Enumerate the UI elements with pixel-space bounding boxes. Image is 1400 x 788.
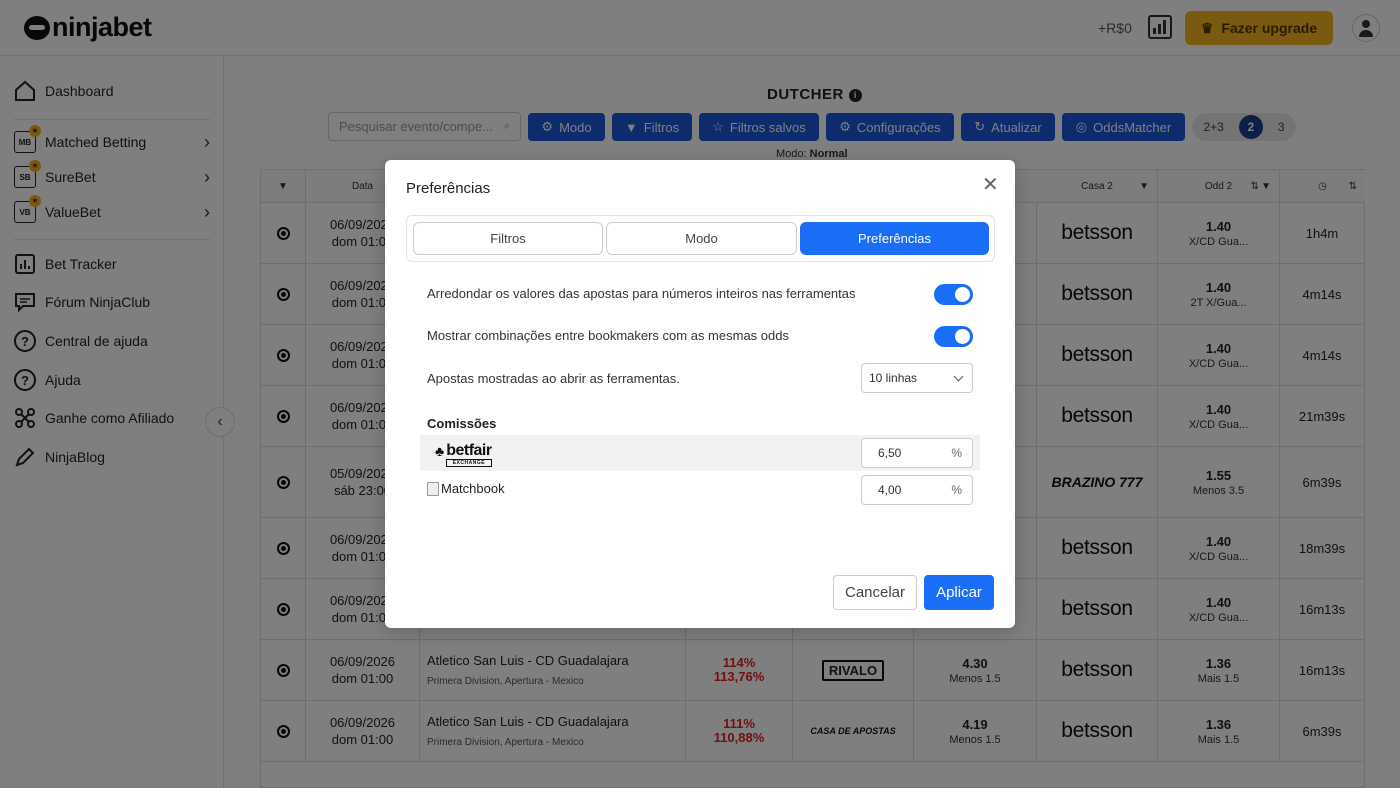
matchbook-commission-input[interactable]: 4,00% <box>861 475 973 505</box>
show-combos-label: Mostrar combinações entre bookmakers com… <box>427 328 789 343</box>
commission-row-betfair: ♣ betfair EXCHANGE 6,50% <box>420 435 980 471</box>
betfair-mark-icon: ♣ <box>435 443 445 459</box>
rows-shown-select[interactable]: 10 linhas <box>861 363 973 393</box>
tab-filters[interactable]: Filtros <box>413 222 603 255</box>
betfair-commission-input[interactable]: 6,50% <box>861 438 973 468</box>
round-values-toggle[interactable] <box>934 284 973 305</box>
commissions-heading: Comissões <box>427 416 497 431</box>
matchbook-logo: Matchbook <box>427 481 505 496</box>
modal-title: Preferências <box>406 180 491 197</box>
commission-row-matchbook: Matchbook 4,00% <box>420 472 980 508</box>
tab-mode[interactable]: Modo <box>606 222 797 255</box>
round-values-label: Arredondar os valores das apostas para n… <box>427 286 856 301</box>
modal-tabs: Filtros Modo Preferências <box>406 215 995 262</box>
chevron-down-icon <box>953 371 964 382</box>
preferences-modal: Preferências ✕ Filtros Modo Preferências… <box>385 160 1015 628</box>
broken-image-icon <box>427 481 439 496</box>
betfair-logo: ♣ betfair EXCHANGE <box>435 442 492 467</box>
rows-shown-label: Apostas mostradas ao abrir as ferramenta… <box>427 371 680 386</box>
apply-button[interactable]: Aplicar <box>924 575 994 610</box>
close-icon[interactable]: ✕ <box>982 175 999 195</box>
tab-preferences[interactable]: Preferências <box>800 222 989 255</box>
show-combos-toggle[interactable] <box>934 326 973 347</box>
cancel-button[interactable]: Cancelar <box>833 575 917 610</box>
